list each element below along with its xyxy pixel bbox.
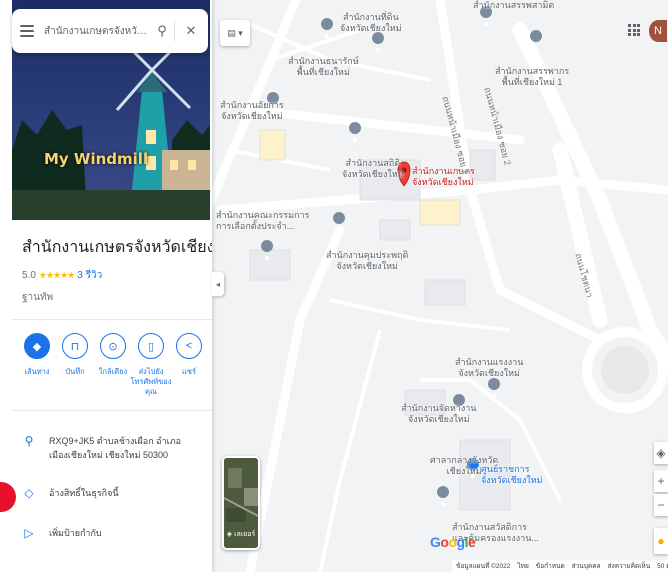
street-view-button[interactable]: ● xyxy=(654,528,668,554)
feedback-link[interactable]: ส่งความคิดเห็น xyxy=(608,561,651,571)
map-footer: ข้อมูลแผนที่ ©2022 ไทย ข้อกำหนด ส่วนบุคค… xyxy=(452,560,668,572)
reviews-link[interactable]: 3 รีวิว xyxy=(77,268,102,283)
map-label-employment[interactable]: สำนักงานจัดหางาน จังหวัดเชียงใหม่ xyxy=(401,403,476,425)
verified-shield-icon: ◇ xyxy=(24,486,34,500)
collapse-panel-button[interactable]: ◂ xyxy=(212,272,224,296)
terms-link[interactable]: ข้อกำหนด xyxy=(536,561,565,571)
location-pin-icon: ⚲ xyxy=(24,434,34,448)
place-details-panel: My Windmill สำนักงานเกษตรจังหวัดเชียงใหม… xyxy=(0,0,212,572)
layers-icon: ▤ ▾ xyxy=(227,27,243,38)
my-location-button[interactable]: ◈ xyxy=(654,442,668,464)
save-button[interactable]: ⊓ บันทึก xyxy=(56,333,94,397)
google-logo: Google xyxy=(430,534,476,550)
send-to-phone-icon: ▯ xyxy=(138,333,164,359)
map-label-government-center[interactable]: ศูนย์ราชการ จังหวัดเชียงใหม่ xyxy=(481,464,543,486)
map-label-land-office[interactable]: สำนักงานที่ดิน จังหวัดเชียงใหม่ xyxy=(340,12,402,34)
share-label: แชร์ xyxy=(182,367,196,376)
add-label-text[interactable]: เพิ่มป้ายกำกับ xyxy=(49,526,199,540)
nearby-button[interactable]: ⊙ ใกล้เคียง xyxy=(94,333,132,397)
plus-icon: + xyxy=(657,474,665,488)
language-link[interactable]: ไทย xyxy=(517,561,528,571)
directions-button[interactable]: ◆ เส้นทาง xyxy=(18,333,56,397)
search-box[interactable]: สำนักงานเกษตรจังหวัดเชียงใหม่ ⚲ ✕ xyxy=(12,9,208,53)
map-label-treasury[interactable]: สำนักงานธนารักษ์ พื้นที่เชียงใหม่ xyxy=(288,56,359,78)
share-icon: < xyxy=(176,333,202,359)
nearby-icon: ⊙ xyxy=(100,333,126,359)
map-label-probation[interactable]: สำนักงานคุมประพฤติ จังหวัดเชียงใหม่ xyxy=(326,250,408,272)
map-label-statistics[interactable]: สำนักงานสถิติ จังหวัดเชียงใหม่ xyxy=(342,158,404,180)
rating-value: 5.0 xyxy=(22,270,36,281)
address-text[interactable]: RXQ9+JK5 ตำบลช้างเผือก อำเภอเมืองเชียงให… xyxy=(49,434,199,462)
rating-row: 5.0 ★★★★★ 3 รีวิว xyxy=(22,268,102,283)
search-input[interactable]: สำนักงานเกษตรจังหวัดเชียงใหม่ xyxy=(44,24,149,39)
account-avatar[interactable]: N xyxy=(649,20,667,42)
scale-bar[interactable]: 50 ม. xyxy=(657,561,668,571)
pegman-icon: ● xyxy=(657,534,665,548)
map-label-prosecutor[interactable]: สำนักงานอัยการ จังหวัดเชียงใหม่ xyxy=(220,100,284,122)
search-icon[interactable]: ⚲ xyxy=(153,22,171,40)
hamburger-menu-icon[interactable] xyxy=(20,25,34,37)
place-category[interactable]: ฐานทัพ xyxy=(22,290,53,305)
map-data-copyright: ข้อมูลแผนที่ ©2022 xyxy=(456,563,511,570)
zoom-out-button[interactable]: − xyxy=(654,494,668,516)
place-title: สำนักงานเกษตรจังหวัดเชียงใหม่ xyxy=(22,239,212,256)
label-tag-icon: ▷ xyxy=(24,526,34,540)
search-divider xyxy=(174,21,175,41)
minus-icon: − xyxy=(657,498,665,512)
map-label-excise[interactable]: สำนักงานสรรพสามิต xyxy=(473,0,554,11)
rating-stars-icon: ★★★★★ xyxy=(38,270,75,280)
claim-business-row[interactable]: ◇ อ้างสิทธิ์ในธุรกิจนี้ xyxy=(22,486,199,500)
address-row[interactable]: ⚲ RXQ9+JK5 ตำบลช้างเผือก อำเภอเมืองเชียง… xyxy=(22,434,199,462)
photo-sign-text: My Windmill xyxy=(44,150,149,168)
map-label-labor[interactable]: สำนักงานแรงงาน จังหวัดเชียงใหม่ xyxy=(455,357,523,379)
zoom-in-button[interactable]: + xyxy=(654,470,668,492)
action-buttons: ◆ เส้นทาง ⊓ บันทึก ⊙ ใกล้เคียง ▯ ส่งไปยั… xyxy=(18,333,208,397)
privacy-link[interactable]: ส่วนบุคคล xyxy=(572,561,601,571)
satellite-layer-toggle[interactable]: ◈ เลเยอร์ xyxy=(222,456,260,550)
add-label-row[interactable]: ▷ เพิ่มป้ายกำกับ xyxy=(22,526,199,540)
map-layers-menu-button[interactable]: ▤ ▾ xyxy=(220,20,250,46)
bookmark-icon: ⊓ xyxy=(62,333,88,359)
google-apps-icon[interactable] xyxy=(628,24,640,36)
divider xyxy=(12,319,212,320)
share-button[interactable]: < แชร์ xyxy=(170,333,208,397)
location-target-icon: ◈ xyxy=(656,446,666,460)
divider xyxy=(12,410,212,411)
send-to-phone-button[interactable]: ▯ ส่งไปยังโทรศัพท์ของคุณ xyxy=(131,333,171,397)
map-label-revenue[interactable]: สำนักงานสรรพากร พื้นที่เชียงใหม่ 1 xyxy=(495,66,569,88)
close-icon[interactable]: ✕ xyxy=(182,22,200,40)
map-label-election[interactable]: สำนักงานคณะกรรมการ การเลือกตั้งประจำ... xyxy=(216,210,309,232)
directions-icon: ◆ xyxy=(24,333,50,359)
chevron-left-icon: ◂ xyxy=(215,279,220,289)
satellite-label: ◈ เลเยอร์ xyxy=(226,531,256,538)
claim-business-text[interactable]: อ้างสิทธิ์ในธุรกิจนี้ xyxy=(49,486,199,500)
